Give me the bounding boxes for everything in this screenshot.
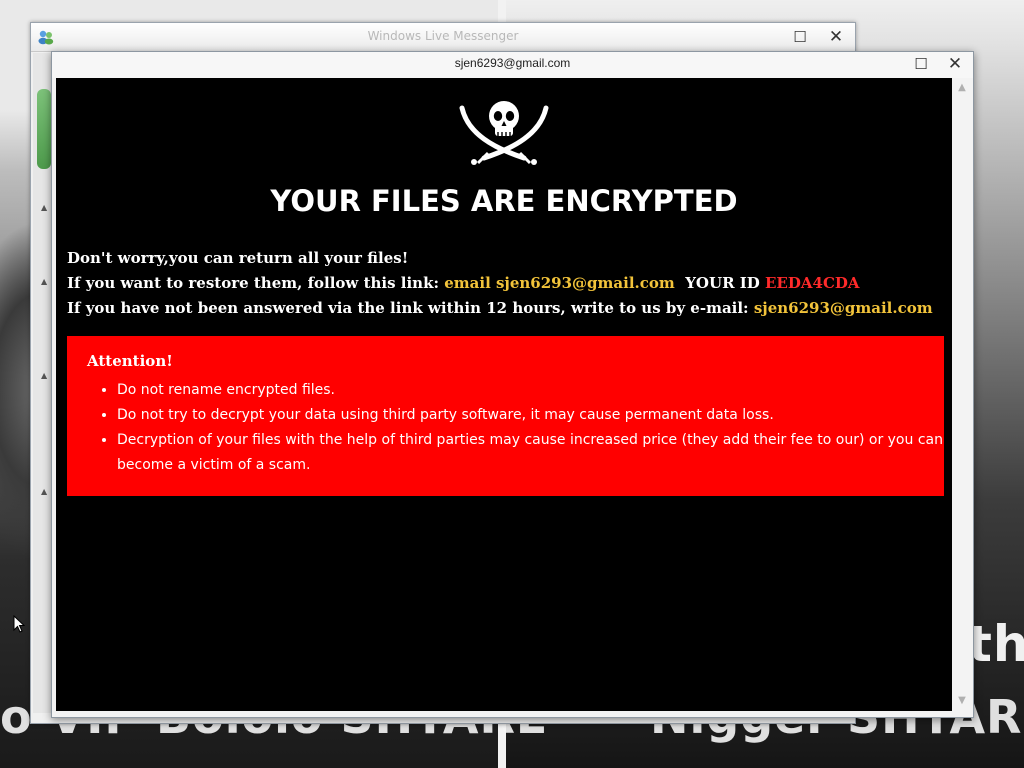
expand-arrow-icon[interactable]: ▲ <box>41 203 47 212</box>
messenger-sidebar: ▲ ▲ ▲ ▲ <box>33 53 52 713</box>
expand-arrow-icon[interactable]: ▲ <box>41 277 47 286</box>
messenger-status-bar <box>37 89 51 169</box>
ransom-line-2-text: If you want to restore them, follow this… <box>67 274 445 292</box>
contact-email-link[interactable]: email sjen6293@gmail.com <box>444 274 675 292</box>
victim-id-label: YOUR ID <box>674 274 765 292</box>
expand-arrow-icon[interactable]: ▲ <box>41 371 47 380</box>
ransom-line-3-text: If you have not been answered via the li… <box>67 299 754 317</box>
mouse-cursor-icon <box>13 615 25 633</box>
ransom-headline: YOUR FILES ARE ENCRYPTED <box>270 184 738 218</box>
ransom-maximize-button[interactable]: ☐ <box>904 51 938 77</box>
ransom-line-1: Don't worry,you can return all your file… <box>67 249 409 267</box>
ransom-window-title: sjen6293@gmail.com <box>454 56 571 70</box>
attention-item: Do not rename encrypted files. <box>117 378 952 403</box>
attention-box: Attention! Do not rename encrypted files… <box>67 336 944 496</box>
ransom-note-content: YOUR FILES ARE ENCRYPTED Don't worry,you… <box>56 78 952 711</box>
wallpaper-caption-right-top: tha <box>968 615 1024 673</box>
content-scrollbar[interactable]: ▲ ▼ <box>954 78 970 711</box>
attention-list: Do not rename encrypted files. Do not tr… <box>87 378 952 478</box>
ransom-line-2: If you want to restore them, follow this… <box>67 274 860 292</box>
ransom-line-3: If you have not been answered via the li… <box>67 299 933 317</box>
victim-id-value: EEDA4CDA <box>765 274 860 292</box>
backup-email-link[interactable]: sjen6293@gmail.com <box>754 299 933 317</box>
messenger-window-title: Windows Live Messenger <box>367 29 519 43</box>
scroll-down-icon[interactable]: ▼ <box>954 693 970 709</box>
expand-arrow-icon[interactable]: ▲ <box>41 487 47 496</box>
pirate-skull-icon <box>459 101 549 165</box>
attention-title: Attention! <box>87 352 173 370</box>
attention-item: Do not try to decrypt your data using th… <box>117 403 952 428</box>
messenger-close-button[interactable]: ✕ <box>819 23 853 51</box>
messenger-titlebar[interactable]: Windows Live Messenger ☐ ✕ <box>31 23 855 52</box>
scroll-up-icon[interactable]: ▲ <box>954 80 970 96</box>
messenger-maximize-button[interactable]: ☐ <box>783 23 817 51</box>
ransom-note-window[interactable]: sjen6293@gmail.com ☐ ✕ YOUR FILES ARE EN… <box>51 51 974 718</box>
attention-item: Decryption of your files with the help o… <box>117 428 952 478</box>
ransom-close-button[interactable]: ✕ <box>938 51 972 77</box>
ransom-window-titlebar[interactable]: sjen6293@gmail.com ☐ ✕ <box>52 52 973 78</box>
